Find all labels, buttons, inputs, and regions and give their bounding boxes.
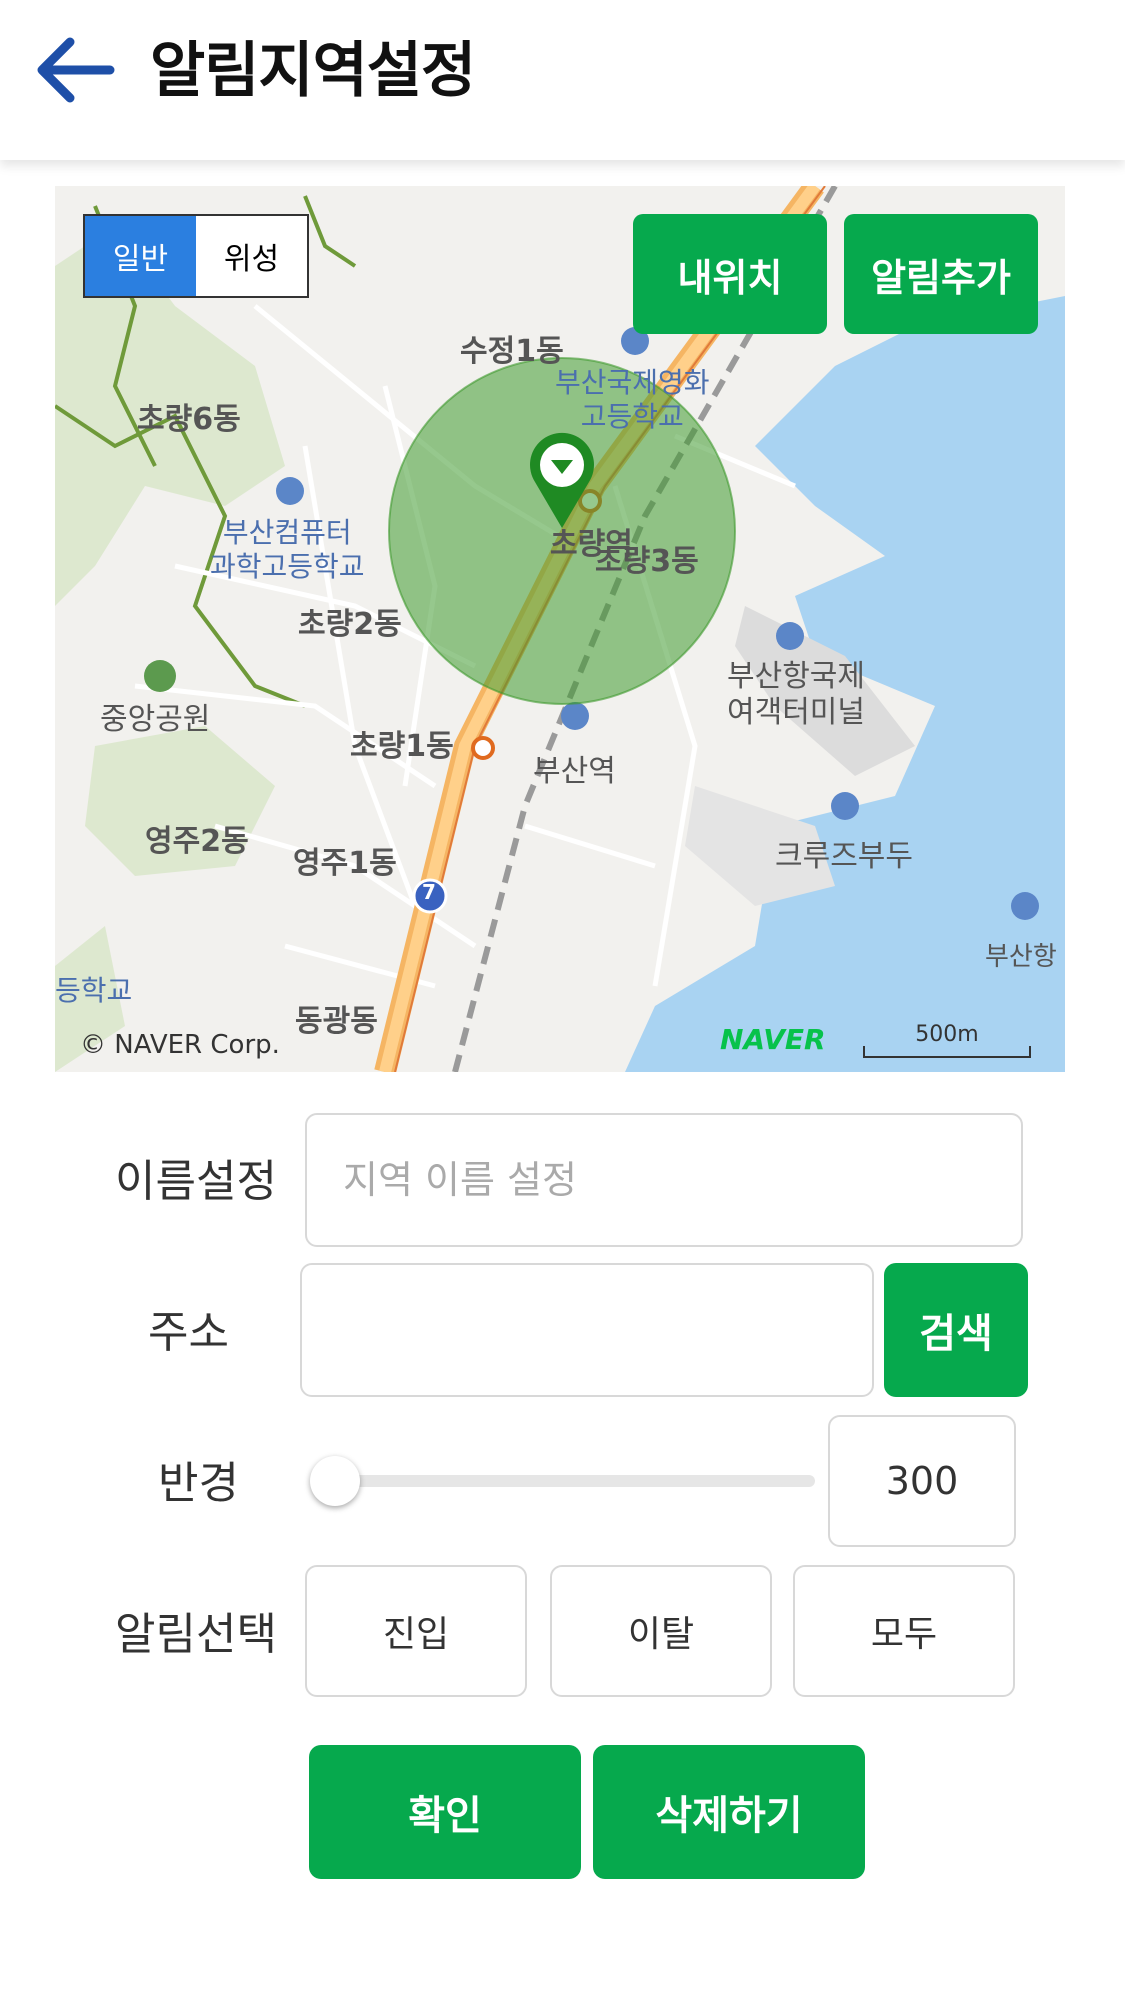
map-label: 초량3동 — [595, 544, 699, 579]
map-label: 수정1동 — [460, 334, 564, 369]
add-alert-button[interactable]: 알림추가 — [844, 214, 1038, 334]
map-type-normal-tab[interactable]: 일반 — [85, 216, 196, 296]
address-label: 주소 — [148, 1307, 229, 1358]
map-label: 부산항국제 여객터미널 — [727, 659, 865, 730]
name-label: 이름설정 — [115, 1156, 277, 1207]
confirm-button[interactable]: 확인 — [309, 1745, 581, 1879]
radius-slider-track[interactable] — [315, 1475, 815, 1487]
delete-button[interactable]: 삭제하기 — [593, 1745, 865, 1879]
location-pin-icon[interactable] — [527, 430, 597, 530]
map-label: 초량2동 — [298, 607, 402, 642]
route-number-label: 7 — [422, 880, 436, 904]
map-label: 중앙공원 — [100, 702, 211, 737]
map-label: 초량1동 — [350, 729, 454, 764]
scale-bar — [863, 1046, 1031, 1058]
search-button[interactable]: 검색 — [884, 1263, 1028, 1397]
back-arrow-icon[interactable] — [30, 30, 120, 110]
alert-option-enter-button[interactable]: 진입 — [305, 1565, 527, 1697]
map-view[interactable]: 일반 위성 내위치 알림추가 수정1동 부산국제영화 고등학교 초량6동 부산컴… — [55, 186, 1065, 1072]
alert-option-exit-button[interactable]: 이탈 — [550, 1565, 772, 1697]
scale-label: 500m — [915, 1022, 979, 1047]
naver-logo: NAVER — [720, 1023, 826, 1056]
radius-value: 300 — [828, 1415, 1016, 1547]
map-label: 영주1동 — [293, 846, 397, 881]
map-label: 등학교 — [55, 974, 133, 1007]
map-type-toggle: 일반 위성 — [83, 214, 309, 298]
alert-select-label: 알림선택 — [115, 1609, 277, 1660]
map-scale: 500m — [863, 1022, 1031, 1058]
map-label: 부산항 — [985, 942, 1057, 972]
map-label: 초량6동 — [137, 402, 241, 437]
address-input[interactable] — [300, 1263, 874, 1397]
map-label: 동광동 — [295, 1004, 378, 1039]
map-label: 영주2동 — [145, 824, 249, 859]
map-label: 부산역 — [533, 754, 616, 789]
page-title: 알림지역설정 — [150, 36, 476, 106]
map-copyright: © NAVER Corp. — [80, 1030, 280, 1060]
radius-slider-thumb[interactable] — [310, 1456, 360, 1506]
alert-option-both-button[interactable]: 모두 — [793, 1565, 1015, 1697]
app-header: 알림지역설정 — [0, 0, 1125, 160]
map-label: 크루즈부두 — [775, 839, 913, 874]
my-location-button[interactable]: 내위치 — [633, 214, 827, 334]
map-type-satellite-tab[interactable]: 위성 — [196, 216, 307, 296]
map-label: 부산컴퓨터 과학고등학교 — [210, 516, 365, 583]
name-input[interactable] — [305, 1113, 1023, 1247]
radius-label: 반경 — [158, 1458, 239, 1509]
map-label: 부산국제영화 고등학교 — [555, 366, 710, 433]
